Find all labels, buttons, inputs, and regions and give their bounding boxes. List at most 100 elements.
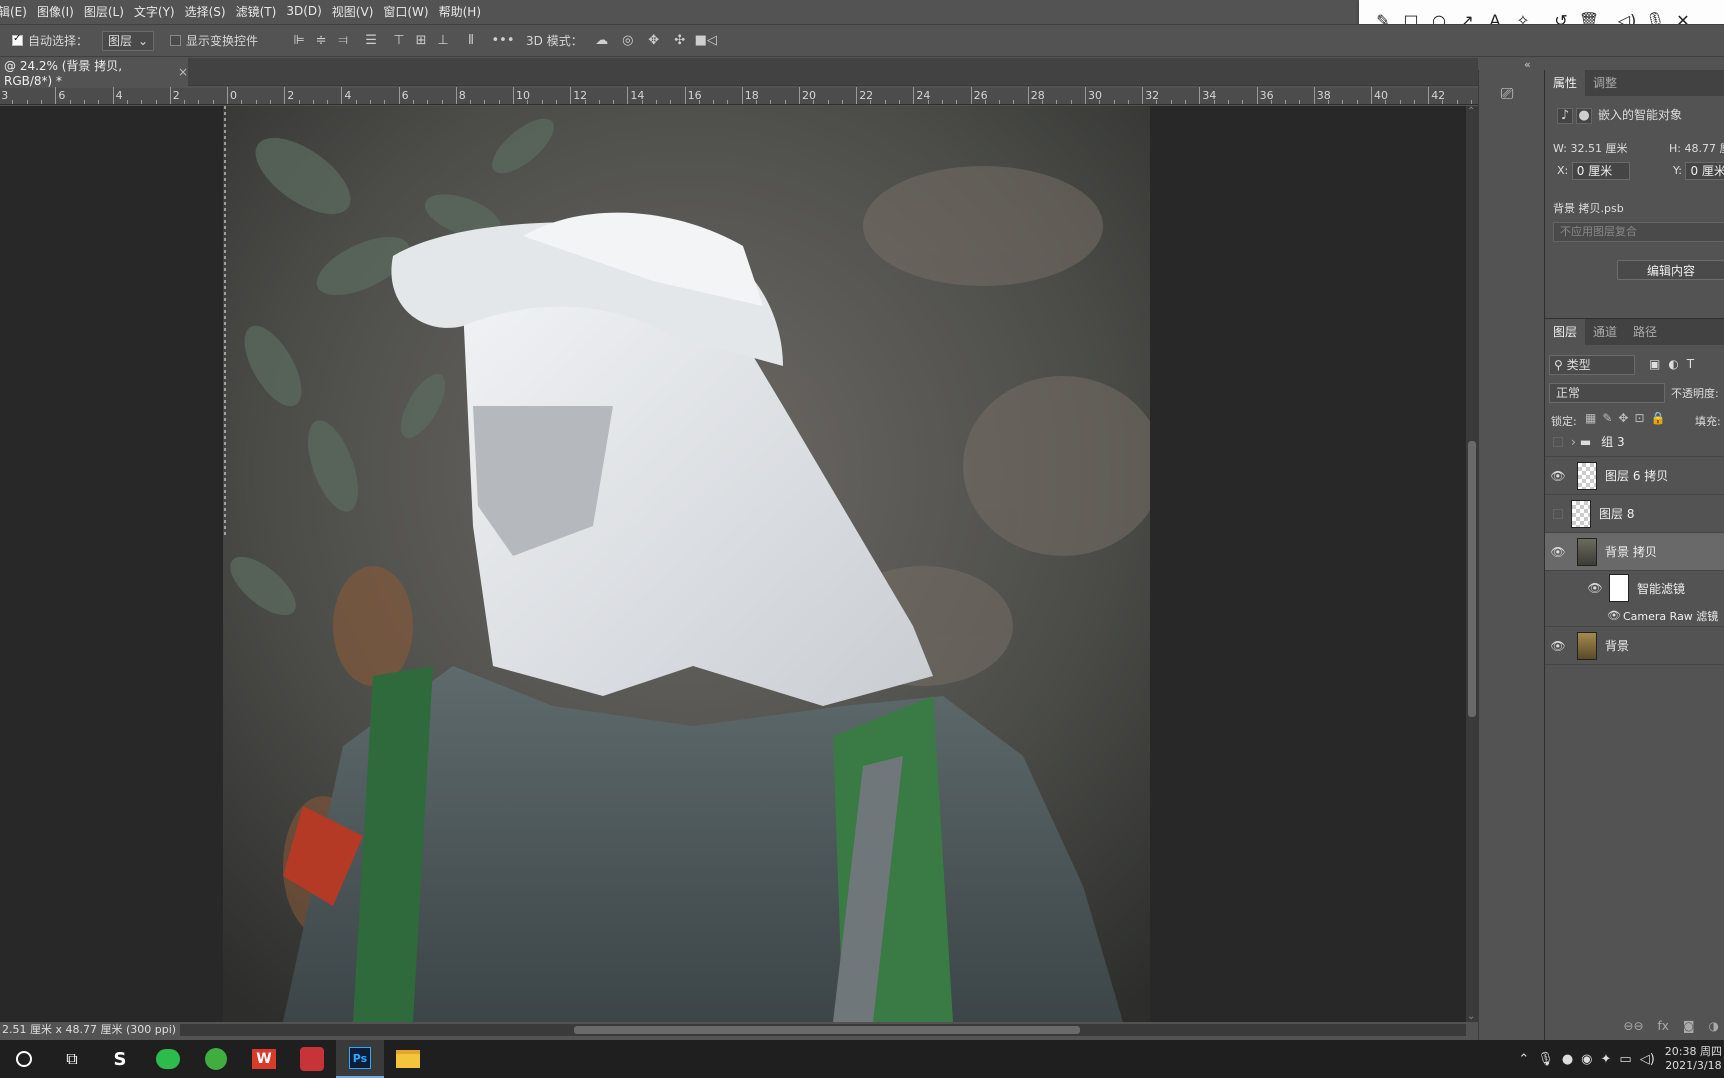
- layer-row-camera-raw[interactable]: 👁 Camera Raw 滤镜: [1545, 605, 1724, 627]
- layer-row-background[interactable]: 👁 背景: [1545, 627, 1724, 665]
- menu-image[interactable]: 图像(I): [37, 3, 74, 20]
- menu-layer[interactable]: 图层(L): [84, 3, 124, 20]
- tray-app2-icon[interactable]: ✦: [1601, 1052, 1612, 1067]
- menu-view[interactable]: 视图(V): [332, 3, 374, 20]
- distribute-vertical-icon[interactable]: ☰: [354, 33, 388, 48]
- file-explorer-icon[interactable]: [384, 1040, 432, 1078]
- task-view-icon[interactable]: ⧉: [48, 1040, 96, 1078]
- clock[interactable]: 20:38 周四 2021/3/18: [1665, 1045, 1722, 1073]
- ruler-tick: [1257, 87, 1258, 104]
- tab-properties[interactable]: 属性: [1545, 70, 1586, 96]
- link-layers-icon[interactable]: ⊖⊖: [1623, 1019, 1643, 1033]
- menu-select[interactable]: 选择(S): [185, 3, 226, 20]
- filter-icons[interactable]: ▣◐T: [1649, 357, 1702, 371]
- vertical-scrollbar[interactable]: ⌃ ⌄: [1466, 106, 1478, 1022]
- scroll-up-icon[interactable]: ⌃: [1467, 106, 1475, 117]
- eye-icon[interactable]: 👁: [1607, 609, 1623, 622]
- network-icon[interactable]: ▭: [1619, 1052, 1631, 1067]
- tab-channels[interactable]: 通道: [1585, 319, 1625, 345]
- app-s-icon[interactable]: S: [96, 1040, 144, 1078]
- eye-icon[interactable]: 👁: [1545, 639, 1571, 653]
- align-left-icon[interactable]: ⊫: [288, 33, 310, 48]
- document-tab[interactable]: @ 24.2% (背景 拷贝, RGB/8*) * ×: [0, 58, 188, 88]
- horizontal-scroll-thumb[interactable]: [574, 1026, 1080, 1034]
- layer-row-layer6copy[interactable]: 👁 图层 6 拷贝: [1545, 457, 1724, 495]
- align-right-icon[interactable]: ⫤: [332, 33, 354, 48]
- menu-edit[interactable]: 辑(E): [0, 3, 27, 20]
- visibility-off-icon[interactable]: [1553, 436, 1563, 447]
- menu-type[interactable]: 文字(Y): [134, 3, 175, 20]
- auto-select-target-dropdown[interactable]: 图层 ⌄: [102, 30, 155, 51]
- close-tab-icon[interactable]: ×: [178, 65, 188, 79]
- eye-icon[interactable]: 👁: [1545, 469, 1571, 483]
- horizontal-scrollbar[interactable]: [176, 1024, 1466, 1036]
- blend-mode-dropdown[interactable]: 正常: [1549, 383, 1665, 403]
- tab-layers[interactable]: 图层: [1545, 319, 1586, 345]
- roll-3d-icon[interactable]: ◎: [615, 33, 641, 48]
- show-transform-checkbox[interactable]: [170, 35, 182, 46]
- volume-icon[interactable]: ◁): [1640, 1052, 1655, 1067]
- tab-paths[interactable]: 路径: [1625, 319, 1665, 345]
- scroll-down-icon[interactable]: ⌄: [1467, 1011, 1475, 1022]
- layer-name: 背景 拷贝: [1605, 545, 1657, 559]
- menu-window[interactable]: 窗口(W): [383, 3, 428, 20]
- align-middle-icon[interactable]: ⊞: [410, 33, 432, 48]
- scale-3d-icon[interactable]: ■◁: [693, 33, 719, 48]
- layer-row-group3[interactable]: › ▬ 组 3: [1545, 427, 1724, 457]
- align-top-icon[interactable]: ⊤: [388, 33, 410, 48]
- align-bottom-icon[interactable]: ⊥: [432, 33, 454, 48]
- auto-select-checkbox[interactable]: [12, 33, 23, 46]
- width-value[interactable]: 32.51 厘米: [1570, 142, 1627, 155]
- wps-icon[interactable]: W: [240, 1040, 288, 1078]
- ruler-tick: [1457, 100, 1458, 104]
- distribute-horizontal-icon[interactable]: ⫴: [454, 33, 488, 48]
- menu-filter[interactable]: 滤镜(T): [236, 3, 277, 20]
- app-green-icon[interactable]: [192, 1040, 240, 1078]
- layer-row-background-copy[interactable]: 👁 背景 拷贝: [1545, 533, 1724, 571]
- vertical-scroll-thumb[interactable]: [1468, 441, 1476, 717]
- app-red-icon[interactable]: [288, 1040, 336, 1078]
- canvas-area[interactable]: [0, 106, 1466, 1022]
- edit-contents-button[interactable]: 编辑内容: [1617, 260, 1724, 280]
- slide-3d-icon[interactable]: ✣: [667, 33, 693, 48]
- more-options-button[interactable]: •••: [488, 33, 518, 48]
- tab-adjustments[interactable]: 调整: [1585, 70, 1625, 96]
- windows-taskbar: ⧉ S W Ps ⌃ 🎙 ● ◉ ✦ ▭ ◁) 20:38 周四 2021/3/…: [0, 1040, 1724, 1078]
- layer-comp-dropdown[interactable]: 不应用图层复合: [1553, 222, 1724, 242]
- wechat-tray-icon[interactable]: ◉: [1581, 1052, 1592, 1067]
- microphone-icon[interactable]: 🎙: [1537, 1052, 1554, 1067]
- visibility-off-icon[interactable]: [1553, 508, 1563, 519]
- layer-filter-dropdown[interactable]: ⚲ 类型: [1549, 355, 1635, 375]
- layer-row-smart-filters[interactable]: 👁 智能滤镜: [1545, 571, 1724, 605]
- chevron-right-icon[interactable]: ›: [1571, 435, 1576, 449]
- opacity-label: 不透明度:: [1671, 387, 1719, 400]
- layer-row-layer8[interactable]: 图层 8: [1545, 495, 1724, 533]
- menu-3d[interactable]: 3D(D): [286, 4, 321, 18]
- pan-3d-icon[interactable]: ✥: [641, 33, 667, 48]
- y-input[interactable]: 0 厘米: [1685, 162, 1724, 180]
- auto-select-label: 自动选择：: [28, 34, 89, 48]
- history-panel-icon[interactable]: ⎚: [1493, 80, 1521, 108]
- document-image[interactable]: [223, 106, 1150, 1022]
- add-mask-icon[interactable]: ◙: [1683, 1019, 1695, 1033]
- photoshop-icon[interactable]: Ps: [336, 1040, 384, 1078]
- ruler-tick: [1228, 100, 1229, 104]
- filter-mask-thumbnail: [1609, 574, 1629, 602]
- x-input[interactable]: 0 厘米: [1571, 162, 1630, 180]
- lock-icons[interactable]: ▦✎✥⊡🔒: [1585, 411, 1671, 425]
- photo-illustration: [223, 106, 1150, 1022]
- height-value[interactable]: 48.77 厘: [1684, 142, 1724, 155]
- eye-icon[interactable]: 👁: [1585, 581, 1605, 595]
- show-transform-label: 显示变换控件: [186, 34, 259, 48]
- orbit-3d-icon[interactable]: ☁: [589, 33, 615, 48]
- fx-icon[interactable]: fx: [1658, 1019, 1669, 1033]
- wechat-icon[interactable]: [144, 1040, 192, 1078]
- eye-icon[interactable]: 👁: [1545, 545, 1571, 559]
- chevron-up-icon[interactable]: ⌃: [1518, 1052, 1529, 1067]
- menu-help[interactable]: 帮助(H): [439, 3, 481, 20]
- collapse-panels-icon[interactable]: «: [1524, 58, 1538, 71]
- adjustment-layer-icon[interactable]: ◑: [1709, 1019, 1719, 1033]
- tray-app-icon[interactable]: ●: [1562, 1052, 1573, 1067]
- align-center-icon[interactable]: ≑: [310, 33, 332, 48]
- cortana-icon[interactable]: [0, 1040, 48, 1078]
